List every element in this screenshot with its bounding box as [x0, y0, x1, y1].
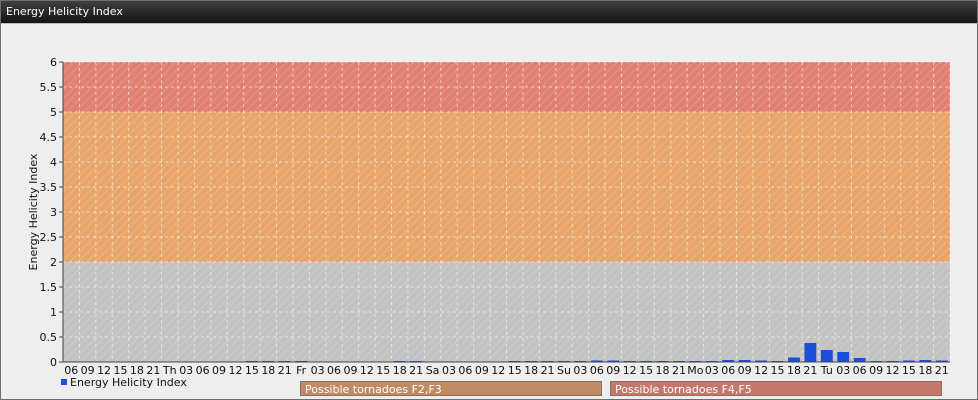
chart-area: 0 0.5 1 1.5 2 2.5 3 3.5 4 4.5 5 5.5 6 06 09 12 15 18 21 Th 0… [1, 23, 977, 399]
chart-window: Energy Helicity Index 0 0.5 1 1.5 2 2.5 3 3.5 4 4… [0, 0, 978, 400]
legend[interactable]: Energy Helicity Index [61, 376, 187, 389]
x-tick-label-4: 18 [130, 364, 144, 376]
x-tick-label-14: Fr [296, 364, 307, 376]
bar-47 [837, 352, 850, 362]
x-tick-label-6: Th [162, 364, 177, 376]
x-tick-label-34: 12 [623, 364, 637, 376]
x-tick-label-19: 15 [376, 364, 390, 376]
x-tick-label-48: 06 [853, 364, 867, 376]
x-tick-label-24: 06 [458, 364, 472, 376]
x-tick-label-27: 15 [508, 364, 522, 376]
window-titlebar: Energy Helicity Index [1, 1, 977, 23]
x-tick-label-16: 06 [327, 364, 341, 376]
x-tick-label-18: 12 [360, 364, 374, 376]
x-tick-label-11: 15 [245, 364, 259, 376]
y-tick-label-12: 6 [50, 56, 57, 69]
band-legend-f4-f5-label: Possible tornadoes F4,F5 [615, 383, 752, 396]
legend-marker [61, 379, 67, 385]
y-tick-label-7: 3.5 [40, 181, 58, 194]
x-tick-label-15: 03 [311, 364, 325, 376]
y-tick-label-6: 3 [50, 206, 57, 219]
x-tick-label-44: 18 [787, 364, 801, 376]
y-axis-label: Energy Helicity Index [27, 153, 40, 270]
y-tick-label-11: 5.5 [40, 81, 58, 94]
x-tick-label-47: 03 [836, 364, 850, 376]
x-tick-label-30: Su [557, 364, 571, 376]
x-tick-label-50: 12 [886, 364, 900, 376]
x-tick-label-8: 06 [196, 364, 210, 376]
x-tick-label-7: 03 [179, 364, 193, 376]
y-tick-label-9: 4.5 [40, 131, 58, 144]
x-tick-label-31: 03 [573, 364, 587, 376]
x-tick-label-53: 21 [935, 364, 949, 376]
x-tick-label-38: Mo [687, 364, 703, 376]
x-tick-label-5: 21 [146, 364, 160, 376]
x-tick-label-23: 03 [442, 364, 456, 376]
x-tick-label-45: 21 [803, 364, 817, 376]
x-tick-label-28: 18 [524, 364, 538, 376]
window-title: Energy Helicity Index [6, 5, 123, 18]
y-tick-label-5: 2.5 [40, 231, 58, 244]
x-tick-label-42: 12 [754, 364, 768, 376]
x-tick-label-9: 09 [212, 364, 226, 376]
x-tick-label-41: 09 [738, 364, 752, 376]
x-tick-label-10: 12 [228, 364, 242, 376]
y-tick-label-3: 1.5 [40, 281, 58, 294]
x-tick-label-32: 06 [590, 364, 604, 376]
x-tick-label-52: 18 [918, 364, 932, 376]
x-tick-label-12: 18 [261, 364, 275, 376]
x-tick-label-39: 03 [705, 364, 719, 376]
x-tick-label-22: Sa [426, 364, 440, 376]
x-tick-label-13: 21 [278, 364, 292, 376]
x-tick-label-49: 09 [869, 364, 883, 376]
x-tick-label-17: 09 [343, 364, 357, 376]
bar-44 [788, 357, 800, 362]
x-tick-label-25: 09 [475, 364, 489, 376]
x-tick-label-35: 15 [639, 364, 653, 376]
y-tick-label-0: 0 [50, 356, 57, 369]
bar-48 [853, 358, 866, 362]
x-tick-label-46: Tu [820, 364, 833, 376]
x-tick-label-33: 09 [606, 364, 620, 376]
x-tick-label-43: 15 [771, 364, 785, 376]
x-tick-label-40: 06 [721, 364, 735, 376]
x-tick-label-1: 09 [81, 364, 95, 376]
legend-label: Energy Helicity Index [70, 376, 187, 389]
bar-45 [804, 343, 817, 362]
x-tick-label-51: 15 [902, 364, 916, 376]
x-tick-label-20: 18 [393, 364, 407, 376]
y-tick-label-8: 4 [50, 156, 57, 169]
x-tick-label-3: 15 [113, 364, 127, 376]
x-tick-label-21: 21 [409, 364, 423, 376]
ehi-chart: 00.511.522.533.544.555.5606 09 12 15 18 21 Th 0… [27, 56, 951, 377]
band-legend-f2-f3-label: Possible tornadoes F2,F3 [305, 383, 442, 396]
y-tick-label-4: 2 [50, 256, 57, 269]
x-tick-label-29: 21 [541, 364, 555, 376]
band-legend-f4-f5: Possible tornadoes F4,F5 [610, 381, 942, 396]
x-tick-label-37: 21 [672, 364, 686, 376]
x-tick-label-36: 18 [656, 364, 670, 376]
y-tick-label-1: 0.5 [40, 331, 58, 344]
y-tick-label-10: 5 [50, 106, 57, 119]
band-legend-f2-f3: Possible tornadoes F2,F3 [300, 381, 602, 396]
x-tick-label-2: 12 [97, 364, 111, 376]
x-tick-label-26: 12 [491, 364, 505, 376]
x-tick-label-0: 06 [64, 364, 78, 376]
bar-46 [820, 350, 833, 362]
y-tick-label-2: 1 [50, 306, 57, 319]
